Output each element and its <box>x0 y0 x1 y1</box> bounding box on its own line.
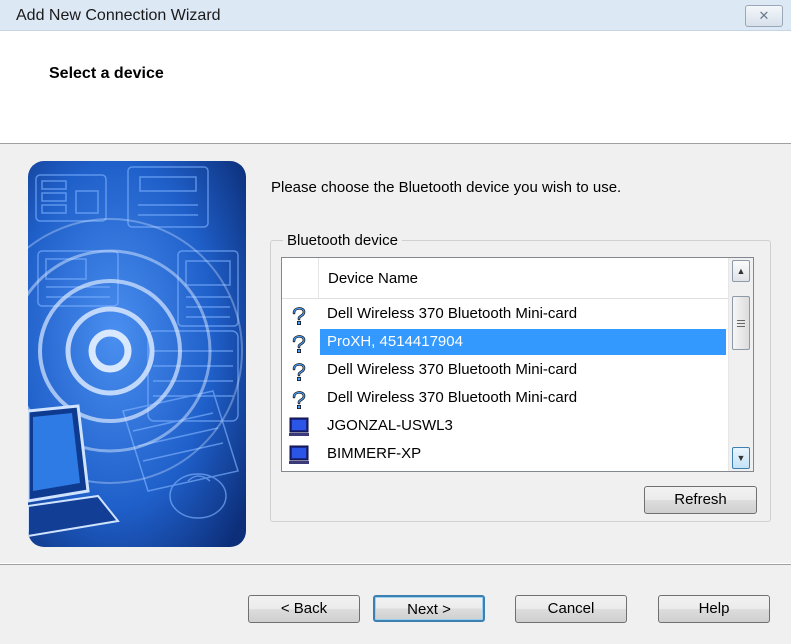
bluetooth-unknown-icon <box>288 388 310 410</box>
instruction-text: Please choose the Bluetooth device you w… <box>271 179 622 196</box>
list-rows: Dell Wireless 370 Bluetooth Mini-card Pro… <box>282 301 728 469</box>
bluetooth-unknown-icon <box>288 332 310 354</box>
device-name: Dell Wireless 370 Bluetooth Mini-card <box>327 389 578 406</box>
window-title: Add New Connection Wizard <box>16 7 221 24</box>
list-item[interactable]: BIMMERF-XP <box>282 441 728 469</box>
list-item[interactable]: Dell Wireless 370 Bluetooth Mini-card <box>282 385 728 413</box>
computer-icon <box>288 444 310 466</box>
group-label: Bluetooth device <box>283 232 402 249</box>
bluetooth-unknown-icon <box>288 360 310 382</box>
cancel-button[interactable]: Cancel <box>515 595 627 623</box>
wizard-header: Select a device <box>0 31 791 144</box>
scroll-down-button[interactable]: ▼ <box>732 447 750 469</box>
computer-icon <box>288 416 310 438</box>
list-header: Device Name <box>282 258 728 299</box>
back-button[interactable]: < Back <box>248 595 360 623</box>
list-item[interactable]: Dell Wireless 370 Bluetooth Mini-card <box>282 357 728 385</box>
device-name: BIMMERF-XP <box>327 445 422 462</box>
bluetooth-unknown-icon <box>288 304 310 326</box>
vertical-scrollbar[interactable]: ▲ ▼ <box>728 258 753 471</box>
device-name: Dell Wireless 370 Bluetooth Mini-card <box>327 361 578 378</box>
close-icon: ✕ <box>758 8 770 23</box>
close-button[interactable]: ✕ <box>745 5 783 27</box>
wizard-content: Please choose the Bluetooth device you w… <box>0 144 791 563</box>
device-name: JGONZAL-USWL3 <box>327 417 453 434</box>
device-name: ProXH, 4514417904 <box>320 329 726 355</box>
icon-column-header[interactable] <box>282 258 319 298</box>
next-button[interactable]: Next > <box>373 595 485 622</box>
wizard-footer: < Back Next > Cancel Help <box>0 564 791 644</box>
list-item[interactable]: Dell Wireless 370 Bluetooth Mini-card <box>282 301 728 329</box>
wizard-side-image <box>28 161 246 547</box>
scroll-thumb[interactable] <box>732 296 750 350</box>
refresh-button[interactable]: Refresh <box>644 486 757 514</box>
scroll-up-button[interactable]: ▲ <box>732 260 750 282</box>
page-title: Select a device <box>49 65 164 82</box>
device-name: Dell Wireless 370 Bluetooth Mini-card <box>327 305 578 322</box>
device-list[interactable]: Device Name Dell Wireless 370 Bluetooth … <box>281 257 754 472</box>
title-bar: Add New Connection Wizard ✕ <box>0 0 791 31</box>
help-button[interactable]: Help <box>658 595 770 623</box>
list-item[interactable]: ProXH, 4514417904 <box>282 329 728 357</box>
list-item[interactable]: JGONZAL-USWL3 <box>282 413 728 441</box>
device-name-column-header[interactable]: Device Name <box>328 270 418 287</box>
